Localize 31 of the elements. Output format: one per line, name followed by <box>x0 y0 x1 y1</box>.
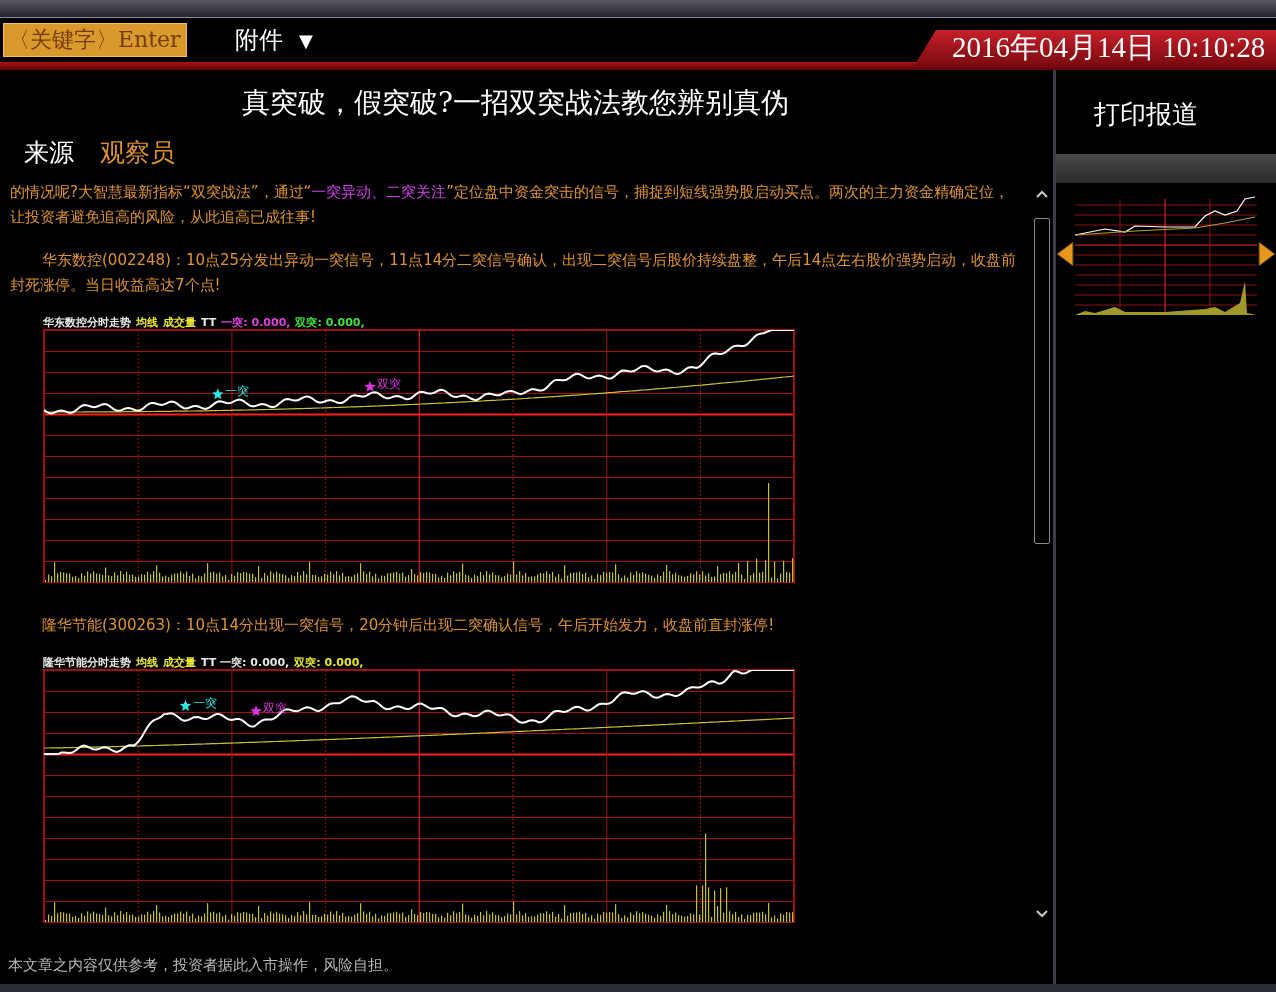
signal-marker-label: 一突 <box>192 695 217 710</box>
chart-legend-label: TT 一突: 0.000, <box>201 655 290 669</box>
chart-legend-label: 隆华节能分时走势 <box>43 655 131 669</box>
disclaimer-text: 本文章之内容仅供参考，投资者据此入市操作，风险自担。 <box>8 954 398 976</box>
signal-marker-label: 双突 <box>263 700 287 715</box>
datetime-banner: 2016年04月14日 10:10:28 <box>914 30 1276 66</box>
chart-legend-label: 均线 <box>136 655 158 669</box>
chart-legend-label: 均线 <box>136 315 158 329</box>
search-field[interactable]: 〈关键字〉Enter <box>3 23 187 57</box>
signal-marker-label: 双突 <box>377 376 401 391</box>
print-report-button[interactable]: 打印报道 <box>1056 70 1276 154</box>
scrollbar-thumb[interactable] <box>1034 218 1050 544</box>
chart-legend-label: 成交量 <box>163 315 196 329</box>
chart-legend-label: 成交量 <box>163 655 196 669</box>
chevron-up-icon[interactable] <box>1036 190 1048 198</box>
scrollbar[interactable] <box>1033 190 1051 918</box>
chevron-down-icon[interactable] <box>1036 910 1048 918</box>
triangle-left-icon[interactable] <box>1056 241 1074 267</box>
article-paragraph: 隆华节能(300263)：10点14分出现一突信号，20分钟后出现二突确认信号，午后开始发力，收盘前直封涨停! <box>41 614 776 636</box>
source-name: 观察员 <box>100 137 175 169</box>
article-paragraph: 的情况呢?大智慧最新指标“双突战法”，通过“一突异动、二突关注”定位盘中资金突击的信号，捕捉到短线强势股启动买点。两次的主力资金精确定位，让投资者避免追高的风险，从此追高已成往事! <box>10 181 1011 228</box>
chart-legend-label: 华东数控分时走势 <box>43 315 131 329</box>
article-paragraph: 华东数控(002248)：10点25分发出异动一突信号，11点14分二突信号确认，出现二突信号后股价持续盘整，午后14点左右股价强势启动，收盘前封死涨停。当日收益高达7个点! <box>10 249 1018 296</box>
article-title: 真突破，假突破?一招双突战法教您辨别真伪 <box>241 85 790 121</box>
chart-legend-label: 双突: 0.000, <box>294 655 364 669</box>
source-label: 来源 <box>24 137 74 169</box>
chart-legend-label: TT <box>201 315 217 329</box>
triangle-right-icon[interactable] <box>1258 241 1276 267</box>
chart-legend-label: 一突: 0.000, <box>221 315 291 329</box>
chart-legend-label: 双突: 0.000, <box>295 315 365 329</box>
attachment-menu[interactable]: 附件 ▼ <box>231 22 317 58</box>
